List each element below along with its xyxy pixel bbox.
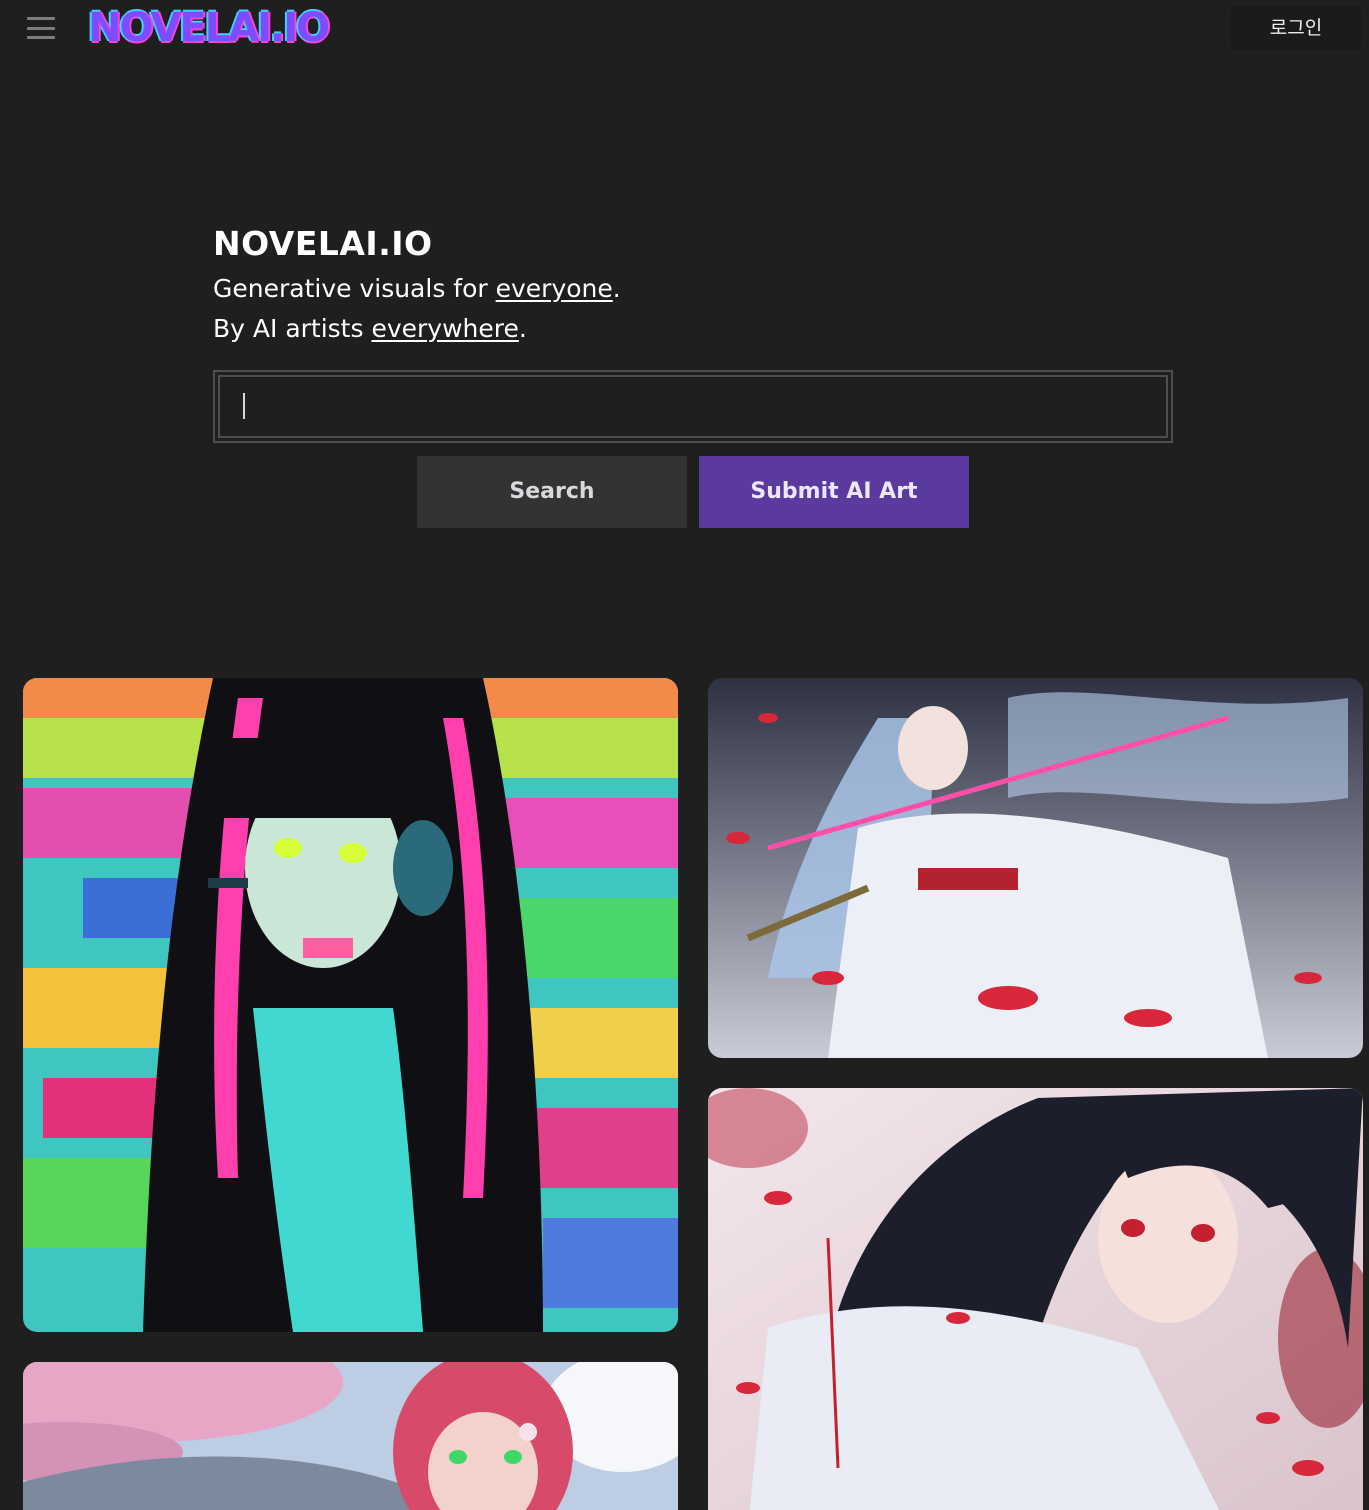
swordswoman-artwork [708,678,1363,1058]
gallery-image-3[interactable] [708,1088,1363,1510]
tagline-1-text: Generative visuals for [213,274,496,303]
site-logo[interactable]: NOVELAI.IO [88,2,330,54]
hero-tagline-2: By AI artists everywhere. [213,314,527,343]
everywhere-link[interactable]: everywhere [371,314,518,343]
hero-tagline-1: Generative visuals for everyone. [213,274,621,303]
gallery-image-2[interactable] [708,678,1363,1058]
glitch-girl-artwork [23,678,678,1332]
everyone-link[interactable]: everyone [496,274,613,303]
kimono-girl-artwork [708,1088,1363,1510]
search-button[interactable]: Search [417,456,687,528]
top-bar: NOVELAI.IO 로그인 [0,0,1369,56]
page: NOVELAI.IO 로그인 NOVELAI.IO Generative vis… [0,0,1369,1510]
tagline-2-text: By AI artists [213,314,372,343]
tagline-1-period: . [612,274,621,303]
search-box [213,370,1173,443]
cherry-blossom-girl-artwork [23,1362,678,1510]
gallery-image-1[interactable] [23,678,678,1332]
login-button[interactable]: 로그인 [1231,6,1361,50]
tagline-2-period: . [518,314,527,343]
submit-ai-art-button[interactable]: Submit AI Art [699,456,969,528]
hero-title: NOVELAI.IO [213,224,433,263]
text-cursor [243,393,245,419]
hamburger-menu-icon[interactable] [27,17,55,39]
search-input[interactable] [218,375,1168,438]
gallery-image-4[interactable] [23,1362,678,1510]
